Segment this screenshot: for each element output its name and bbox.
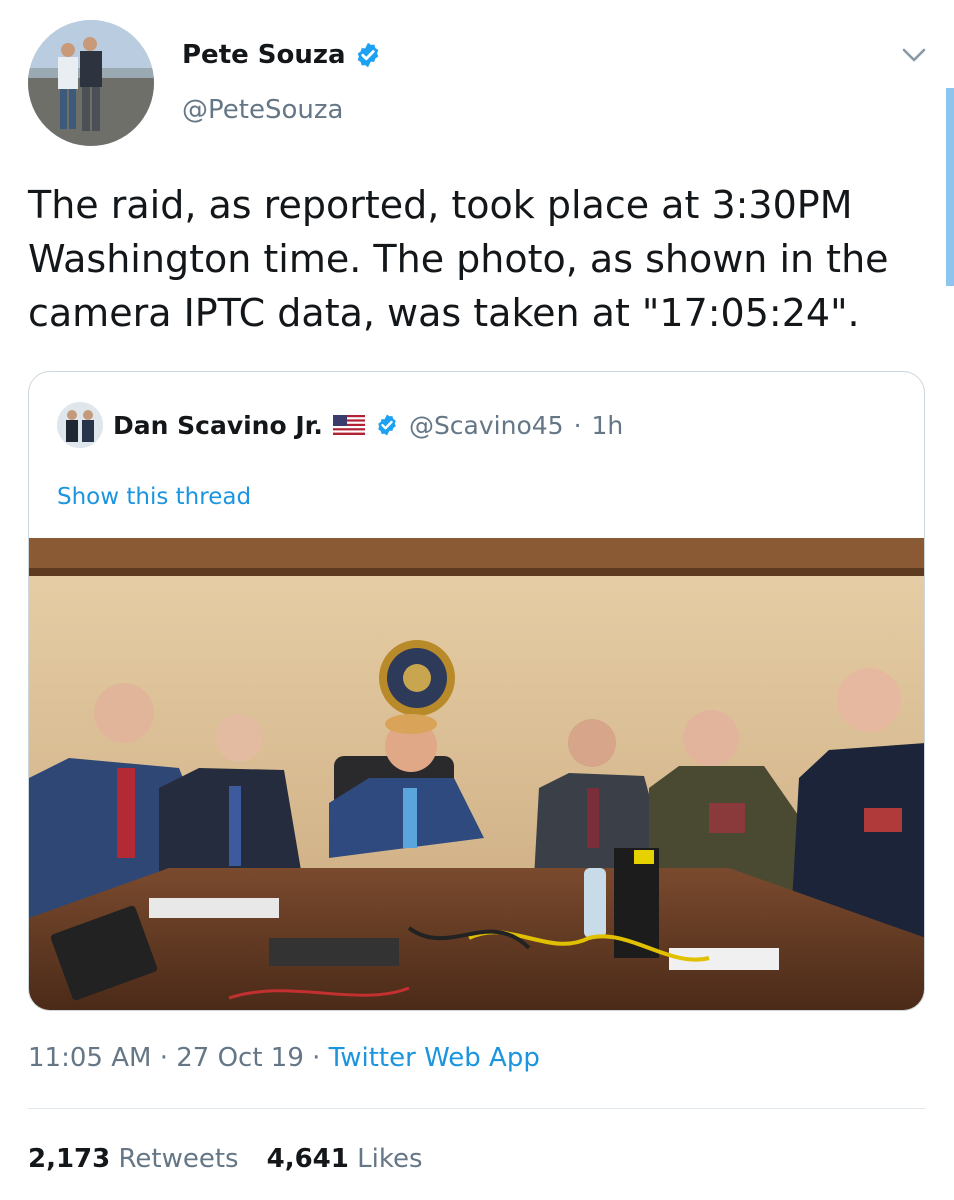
retweets-count: 2,173 [28,1144,111,1174]
quoted-avatar[interactable] [57,402,103,448]
verified-badge-icon [357,42,378,68]
verified-badge-icon [378,414,396,436]
retweets-stat[interactable]: 2,173 Retweets [28,1144,239,1174]
tweet-time[interactable]: 11:05 AM [28,1043,151,1073]
likes-stat[interactable]: 4,641 Likes [267,1144,423,1174]
quoted-tweet-header: Dan Scavino Jr. @Scavino45 · 1h [57,402,623,448]
likes-count: 4,641 [266,1144,349,1174]
separator-dot: · [312,1043,321,1073]
tweet-date[interactable]: 27 Oct 19 [176,1043,304,1073]
quoted-tweet-card[interactable]: Dan Scavino Jr. @Scavino45 · 1h Show thi… [28,371,925,1011]
quoted-tweet-photo[interactable] [29,538,925,1011]
author-avatar[interactable] [28,20,154,146]
show-thread-link[interactable]: Show this thread [57,484,251,510]
author-name[interactable]: Pete Souza [182,40,346,70]
separator-dot: · [573,410,582,440]
divider [28,1108,926,1109]
scrollbar[interactable] [946,88,954,286]
separator-dot: · [159,1043,168,1073]
quoted-author-handle[interactable]: @Scavino45 [409,411,564,440]
author-name-row[interactable]: Pete Souza [182,40,382,70]
tweet-meta: 11:05 AM · 27 Oct 19 · Twitter Web App [28,1043,540,1073]
avatar-image [28,20,154,146]
quoted-time[interactable]: 1h [592,411,624,440]
quoted-avatar-image [57,402,103,448]
quoted-author-name[interactable]: Dan Scavino Jr. [113,411,323,440]
tweet-text-line: Washington time. The photo, as shown in … [28,237,889,281]
tweet-stats: 2,173 Retweets 4,641 Likes [28,1144,423,1174]
tweet-text-line: The raid, as reported, took place at 3:3… [28,183,853,227]
us-flag-icon [332,415,365,435]
tweet-source-link[interactable]: Twitter Web App [329,1043,540,1073]
tweet-text: The raid, as reported, took place at 3:3… [28,178,928,340]
likes-label: Likes [357,1144,423,1174]
retweets-label: Retweets [118,1144,239,1174]
author-handle[interactable]: @PeteSouza [182,95,343,125]
tweet-text-line: camera IPTC data, was taken at "17:05:24… [28,291,860,335]
chevron-down-icon[interactable] [900,44,928,66]
